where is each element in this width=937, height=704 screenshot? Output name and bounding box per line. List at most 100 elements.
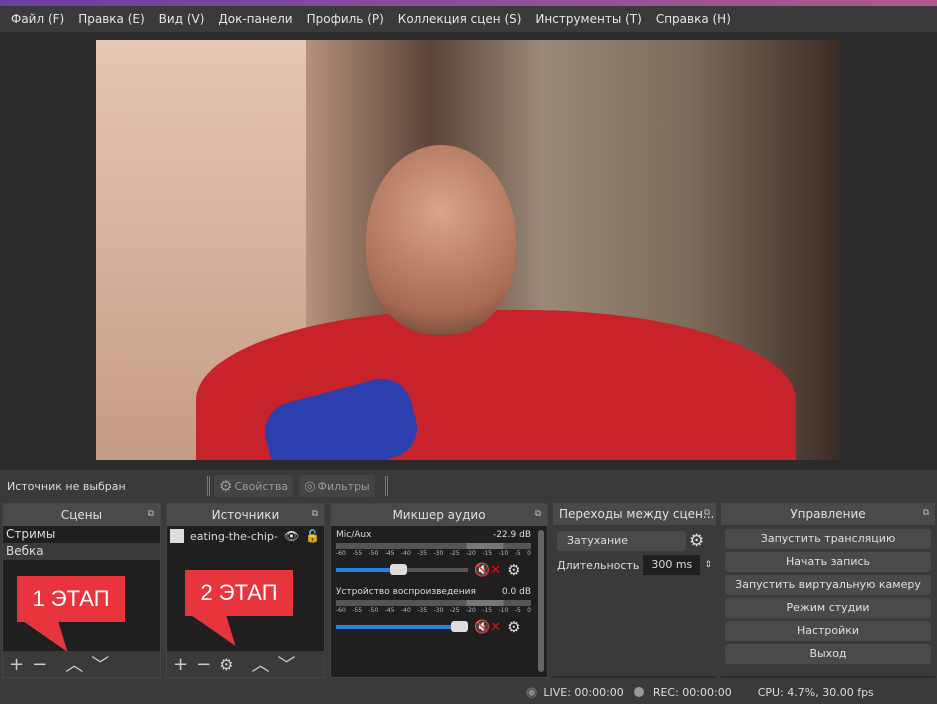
filters-label: Фильтры xyxy=(317,479,370,493)
menu-file[interactable]: Файл (F) xyxy=(4,12,71,26)
slider-handle[interactable] xyxy=(451,621,468,632)
volume-slider[interactable] xyxy=(336,564,468,575)
menu-view[interactable]: Вид (V) xyxy=(152,12,212,26)
start-virtual-camera-button[interactable]: Запустить виртуальную камеру xyxy=(725,575,931,595)
controls-body: Запустить трансляцию Начать запись Запус… xyxy=(721,525,935,676)
scenes-header: Сцены ⧉ xyxy=(3,504,160,526)
gear-icon[interactable]: ⚙ xyxy=(507,561,520,579)
scenes-list: Стримы Вебка 1 ЭТАП xyxy=(3,526,160,651)
transitions-header: Переходы между сцен... ⧉ xyxy=(553,503,716,525)
filters-button[interactable]: ◎ Фильтры xyxy=(299,475,375,497)
menu-tools[interactable]: Инструменты (T) xyxy=(528,12,648,26)
toolbar-separator xyxy=(384,476,388,496)
mixer-channel-mic: Mic/Aux -22.9 dB -60 -55 -50 -45 -40 -35 -30 -25… xyxy=(336,530,531,579)
menu-docks[interactable]: Док-панели xyxy=(211,12,299,26)
transitions-body: Затухание ⚙ Длительность 300 ms ⇕ xyxy=(553,525,716,676)
preview-area xyxy=(0,32,937,470)
studio-mode-button[interactable]: Режим студии xyxy=(725,598,931,618)
volume-meter xyxy=(336,600,531,606)
preview-person-head xyxy=(366,145,516,335)
sources-title: Источники xyxy=(211,508,280,522)
muted-speaker-icon[interactable]: 🔇✕ xyxy=(474,620,501,635)
controls-dock: Управление ⧉ Запустить трансляцию Начать … xyxy=(721,503,935,678)
gear-icon[interactable]: ⚙ xyxy=(507,618,520,636)
meter-tick: 0 xyxy=(527,550,531,557)
cpu-fps: CPU: 4.7%, 30.00 fps xyxy=(757,685,874,699)
move-down-icon[interactable]: ﹀ xyxy=(91,651,109,677)
properties-label: Свойства xyxy=(234,479,289,493)
meter-ticks: -60 -55 -50 -45 -40 -35 -30 -25 -20 -15 -10 -5 0 xyxy=(336,607,531,614)
meter-ticks: -60 -55 -50 -45 -40 -35 -30 -25 -20 -15 -10 -5 0 xyxy=(336,550,531,557)
eye-icon[interactable]: 👁 xyxy=(284,528,299,545)
add-icon[interactable]: + xyxy=(9,654,24,675)
slider-handle[interactable] xyxy=(390,564,408,575)
transitions-dock: Переходы между сцен... ⧉ Затухание ⚙ Длите… xyxy=(553,503,716,678)
source-toolbar: Источник не выбран ⚙ Свойства ◎ Фильтры xyxy=(0,472,937,500)
lock-icon[interactable]: 🔓 xyxy=(305,528,320,545)
gear-icon[interactable]: ⚙ xyxy=(219,655,233,674)
meter-tick: -40 xyxy=(401,550,411,557)
scenes-footer: + − ︿ ﹀ xyxy=(3,651,160,677)
remove-icon[interactable]: − xyxy=(32,654,47,675)
add-icon[interactable]: + xyxy=(173,654,188,675)
meter-tick: -25 xyxy=(449,550,460,557)
exit-button[interactable]: Выход xyxy=(725,644,931,664)
sources-list: eating-the-chip-ch 👁 🔓 2 ЭТАП xyxy=(167,526,324,651)
menu-scene-collection[interactable]: Коллекция сцен (S) xyxy=(391,12,529,26)
meter-tick: -5 xyxy=(514,550,521,557)
float-icon[interactable]: ⧉ xyxy=(704,508,710,518)
duration-input[interactable]: 300 ms xyxy=(643,555,701,575)
muted-speaker-icon[interactable]: 🔇✕ xyxy=(474,563,501,578)
meter-tick: -40 xyxy=(401,607,411,614)
channel-name: Mic/Aux xyxy=(336,530,372,540)
meter-tick: -55 xyxy=(352,550,363,557)
duration-label: Длительность xyxy=(557,558,640,572)
source-item[interactable]: eating-the-chip-ch 👁 🔓 xyxy=(167,526,324,546)
meter-tick: -55 xyxy=(352,607,363,614)
meter-tick: -25 xyxy=(449,607,460,614)
move-up-icon[interactable]: ︿ xyxy=(65,651,83,677)
callout-step-1: 1 ЭТАП xyxy=(17,576,125,622)
float-icon[interactable]: ⧉ xyxy=(312,509,318,519)
rec-time: REC: 00:00:00 xyxy=(652,685,732,699)
float-icon[interactable]: ⧉ xyxy=(923,508,929,518)
meter-tick: -20 xyxy=(466,607,476,614)
live-time: LIVE: 00:00:00 xyxy=(543,685,624,699)
meter-tick: -45 xyxy=(384,607,395,614)
meter-tick: -60 xyxy=(336,550,346,557)
controls-header: Управление ⧉ xyxy=(721,503,935,525)
scene-item[interactable]: Вебка xyxy=(3,543,160,560)
settings-button[interactable]: Настройки xyxy=(725,621,931,641)
remove-icon[interactable]: − xyxy=(196,654,211,675)
start-streaming-button[interactable]: Запустить трансляцию xyxy=(725,529,931,549)
toolbar-separator xyxy=(207,476,210,496)
menu-profile[interactable]: Профиль (P) xyxy=(300,12,391,26)
mixer-body: Mic/Aux -22.9 dB -60 -55 -50 -45 -40 -35 -30 -25… xyxy=(331,526,547,677)
gear-icon[interactable]: ⚙ xyxy=(689,531,704,551)
float-icon[interactable]: ⧉ xyxy=(535,509,541,519)
volume-slider[interactable] xyxy=(336,621,468,632)
preview-canvas[interactable] xyxy=(96,40,840,460)
menu-edit[interactable]: Правка (E) xyxy=(71,12,151,26)
callout-step-2: 2 ЭТАП xyxy=(185,570,293,616)
properties-button[interactable]: ⚙ Свойства xyxy=(214,475,294,497)
menu-help[interactable]: Справка (H) xyxy=(649,12,738,26)
mixer-channel-desktop: Устройство воспроизведения 0.0 dB -60 -55-… xyxy=(336,587,531,636)
scenes-dock: Сцены ⧉ Стримы Вебка 1 ЭТАП + − ︿ ﹀ xyxy=(2,503,161,678)
scenes-title: Сцены xyxy=(60,508,103,522)
meter-tick: -10 xyxy=(498,550,509,557)
transition-select[interactable]: Затухание xyxy=(557,531,686,551)
float-icon[interactable]: ⧉ xyxy=(148,509,154,519)
move-down-icon[interactable]: ﹀ xyxy=(278,651,296,677)
meter-tick: -10 xyxy=(498,607,509,614)
mixer-header: Микшер аудио ⧉ xyxy=(331,504,547,526)
spin-arrows-icon[interactable]: ⇕ xyxy=(704,560,712,570)
mixer-scrollbar[interactable] xyxy=(538,530,544,672)
scene-item[interactable]: Стримы xyxy=(3,526,160,543)
move-up-icon[interactable]: ︿ xyxy=(252,651,270,677)
volume-meter xyxy=(336,543,531,549)
meter-tick: -50 xyxy=(368,607,379,614)
controls-title: Управление xyxy=(790,507,866,521)
meter-tick: -60 xyxy=(336,607,346,614)
start-recording-button[interactable]: Начать запись xyxy=(725,552,931,572)
